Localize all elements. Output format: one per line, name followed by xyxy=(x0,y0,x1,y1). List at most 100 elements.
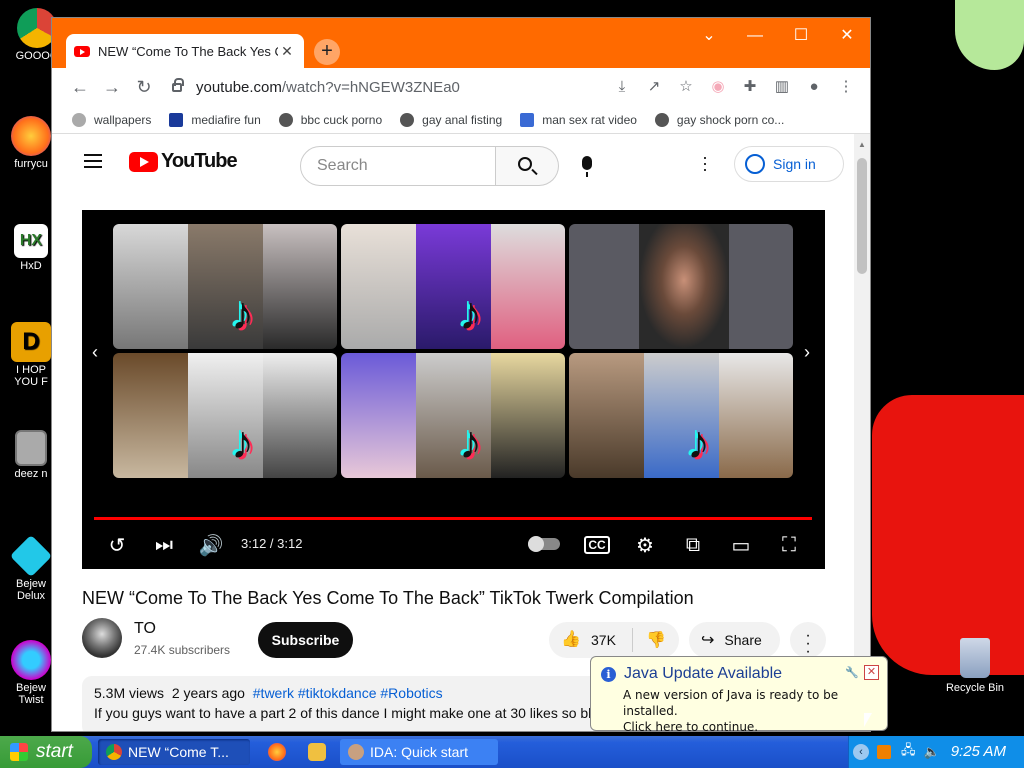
scroll-up-arrow-icon[interactable]: ▲ xyxy=(858,140,866,149)
channel-avatar[interactable] xyxy=(82,618,122,658)
replay-icon[interactable]: ↺ xyxy=(102,533,132,558)
menu-kebab-icon[interactable]: ⋮ xyxy=(832,74,860,100)
youtube-logo-icon xyxy=(129,151,158,172)
video-player[interactable]: ♪ ♪ ♪ ♪ ♪ ‹ › ↺ ⏭ 🔊 3:12 / 3:12 CC ⚙ ⧉ ▭… xyxy=(82,210,825,569)
globe-icon xyxy=(278,112,293,127)
autoplay-toggle[interactable] xyxy=(528,536,560,553)
miniplayer-icon[interactable]: ⧉ xyxy=(678,534,708,557)
video-thumbnail-tile xyxy=(569,224,793,349)
bookmark-item[interactable]: mediafire fun xyxy=(169,112,261,127)
captions-icon[interactable]: CC xyxy=(582,536,612,554)
like-button[interactable]: 👍 37K xyxy=(549,628,633,652)
tiktok-logo-icon: ♪ xyxy=(687,416,710,468)
next-icon[interactable]: ⏭ xyxy=(149,534,179,557)
close-icon[interactable]: ✕ xyxy=(278,43,296,60)
bookmark-item[interactable]: man sex rat video xyxy=(520,112,637,127)
browser-window: NEW “Come To The Back Yes C ✕ + ⌄ — ☐ ✕ … xyxy=(51,17,871,732)
account-icon[interactable]: ● xyxy=(800,74,828,100)
bookmark-star-icon[interactable]: ☆ xyxy=(672,74,700,100)
chevron-left-icon[interactable]: ‹ xyxy=(92,342,98,363)
gem-icon xyxy=(9,534,53,578)
start-button[interactable]: start xyxy=(0,736,92,768)
minimize-button[interactable]: — xyxy=(732,24,778,48)
system-tray: ‹ 🖧 🔈 9:25 AM xyxy=(848,736,1024,768)
video-thumbnail-tile: ♪ xyxy=(341,224,565,349)
notification-line-1: A new version of Java is ready to be ins… xyxy=(623,688,839,718)
reload-button[interactable]: ↻ xyxy=(128,77,160,98)
close-window-button[interactable]: ✕ xyxy=(824,24,870,48)
network-icon[interactable]: 🖧 xyxy=(901,741,916,763)
hamburger-menu-icon[interactable] xyxy=(84,154,102,168)
close-icon[interactable]: ✕ xyxy=(864,665,879,680)
tab-youtube[interactable]: NEW “Come To The Back Yes C ✕ xyxy=(66,34,304,68)
bookmark-item[interactable]: gay shock porn co... xyxy=(654,112,784,127)
video-thumbnail-tile: ♪ xyxy=(113,353,337,478)
subscribe-button[interactable]: Subscribe xyxy=(258,622,353,658)
thumbs-up-icon: 👍 xyxy=(561,631,581,648)
sign-in-button[interactable]: Sign in xyxy=(734,146,844,182)
chevron-down-icon[interactable]: ⌄ xyxy=(686,24,732,48)
wallpaper-art xyxy=(955,0,1024,70)
taskbar-item-ida[interactable]: IDA: Quick start xyxy=(340,739,498,765)
video-title: NEW “Come To The Back Yes Come To The Ba… xyxy=(82,588,694,608)
folder-icon[interactable] xyxy=(308,743,326,761)
theater-mode-icon[interactable]: ▭ xyxy=(726,533,756,558)
forward-button[interactable]: → xyxy=(96,77,128,98)
java-update-notification[interactable]: i Java Update Available A new version of… xyxy=(590,656,888,734)
video-frame: ♪ ♪ ♪ ♪ ♪ xyxy=(113,224,793,478)
url-host: youtube.com xyxy=(196,78,282,96)
back-button[interactable]: ← xyxy=(64,77,96,98)
progress-bar[interactable] xyxy=(94,517,812,520)
clock: 9:25 AM xyxy=(950,743,1006,760)
extensions-icon[interactable]: ✚ xyxy=(736,74,764,100)
dislike-button[interactable]: 👎 xyxy=(633,630,679,650)
side-panel-icon[interactable]: ▥ xyxy=(768,74,796,100)
globe-icon xyxy=(72,112,86,127)
scroll-thumb[interactable] xyxy=(857,158,867,274)
hxd-icon: HX xyxy=(14,224,48,258)
bookmark-item[interactable]: bbc cuck porno xyxy=(278,112,382,127)
more-actions-button[interactable]: · · · xyxy=(790,622,826,660)
url-path: /watch?v=hNGEW3ZNEa0 xyxy=(281,78,460,96)
java-tray-icon[interactable] xyxy=(877,745,891,759)
tiktok-logo-icon: ♪ xyxy=(459,416,482,468)
profile-flag-icon[interactable]: ◉ xyxy=(704,74,732,100)
firefox-icon[interactable] xyxy=(268,743,286,761)
mediafire-icon xyxy=(169,112,184,127)
volume-icon[interactable]: 🔊 xyxy=(196,533,226,558)
bookmark-item[interactable]: gay anal fisting xyxy=(400,112,502,127)
chevron-left-icon[interactable]: ‹ xyxy=(853,744,869,760)
new-tab-button[interactable]: + xyxy=(314,39,340,65)
settings-kebab-icon[interactable]: · · · xyxy=(702,148,708,178)
desktop-icon-recycle-bin[interactable]: Recycle Bin xyxy=(940,638,1010,694)
volume-icon[interactable]: 🔈 xyxy=(924,744,940,760)
file-icon xyxy=(15,430,47,466)
taskbar-item-chrome[interactable]: NEW “Come T... xyxy=(98,739,250,765)
youtube-logo[interactable]: YouTube xyxy=(129,150,238,173)
windows-flag-icon xyxy=(10,743,28,761)
share-icon[interactable]: ↗ xyxy=(640,74,668,100)
time-display: 3:12 / 3:12 xyxy=(241,536,303,551)
tiktok-logo-icon: ♪ xyxy=(459,287,482,339)
hashtags[interactable]: #twerk #tiktokdance #Robotics xyxy=(253,685,443,701)
fullscreen-icon[interactable]: ⛶ xyxy=(774,534,804,557)
chevron-right-icon[interactable]: › xyxy=(804,342,810,363)
search-button[interactable] xyxy=(496,146,559,186)
maximize-button[interactable]: ☐ xyxy=(778,24,824,48)
bookmark-site-icon xyxy=(654,112,669,127)
pin-icon[interactable]: 🔧 xyxy=(845,666,859,679)
toolbar-actions: ⤓ ↗ ☆ ◉ ✚ ▥ ● ⋮ xyxy=(608,74,860,100)
taskbar: start NEW “Come T... IDA: Quick start ‹ … xyxy=(0,736,1024,768)
channel-name[interactable]: TO xyxy=(134,620,156,638)
search-input[interactable]: Search xyxy=(300,146,496,186)
lock-icon xyxy=(172,77,184,92)
microphone-icon[interactable] xyxy=(582,156,592,177)
scrollbar[interactable]: ▲ xyxy=(854,134,870,731)
thumbs-down-icon: 👎 xyxy=(646,632,666,649)
window-controls: ⌄ — ☐ ✕ xyxy=(686,24,870,48)
bookmarks-bar: wallpapers mediafire fun bbc cuck porno … xyxy=(52,106,870,134)
install-icon[interactable]: ⤓ xyxy=(608,74,636,100)
bookmark-item[interactable]: wallpapers xyxy=(72,112,151,127)
gear-icon[interactable]: ⚙ xyxy=(630,533,660,558)
share-button[interactable]: ↪ Share xyxy=(689,622,780,658)
